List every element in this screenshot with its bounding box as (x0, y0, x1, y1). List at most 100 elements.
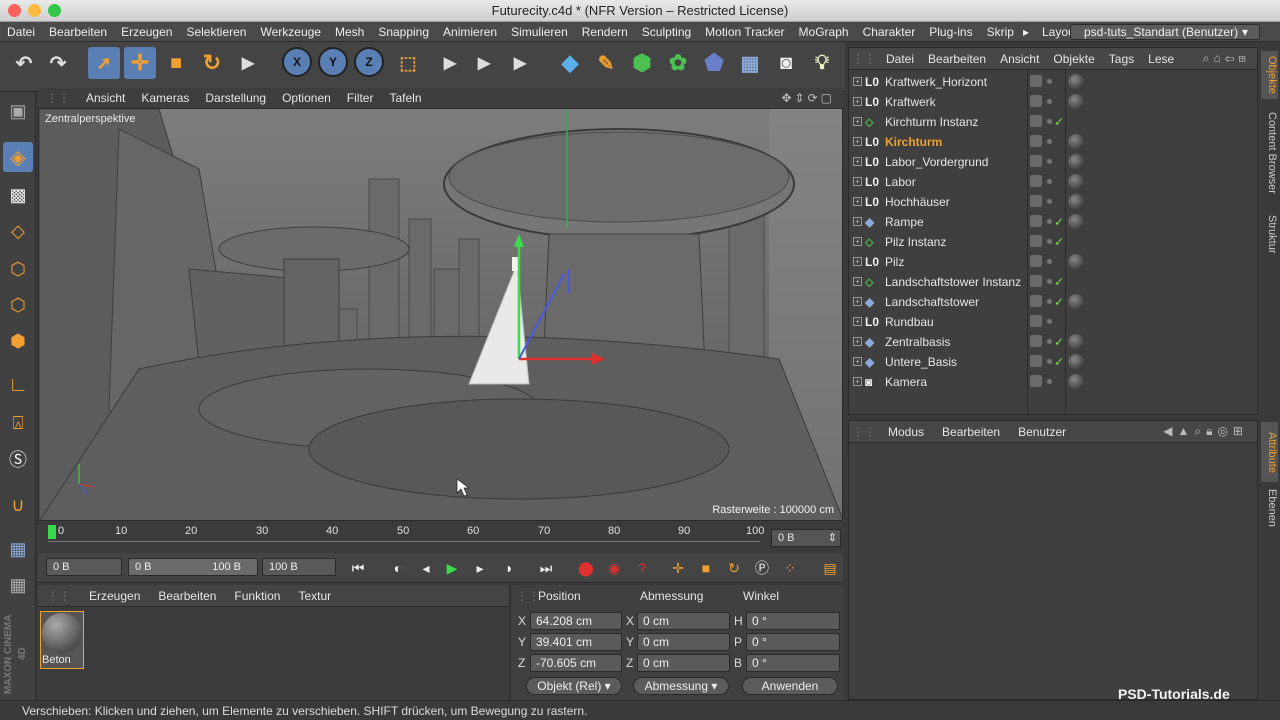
object-row[interactable]: + ◆ Rampe ✓ (849, 212, 1257, 232)
light-button[interactable]: 💡︎ (806, 47, 838, 79)
search-icon[interactable]: ⌕⌂⇦⊞ (1196, 51, 1257, 66)
tab-ebenen[interactable]: Ebenen (1261, 485, 1278, 529)
camera-button[interactable]: ◙ (770, 47, 802, 79)
tab-struktur[interactable]: Struktur (1261, 207, 1278, 261)
drag-handle-icon[interactable]: ⋮⋮ (38, 589, 80, 603)
render-dot-icon[interactable] (1047, 339, 1052, 344)
scene-floor-button[interactable]: ▦ (734, 47, 766, 79)
size-z-field[interactable]: 0 cm (637, 654, 730, 672)
object-row[interactable]: + L0 Kirchturm (849, 132, 1257, 152)
workplane-lock-button[interactable]: ▦ (3, 534, 33, 564)
object-row[interactable]: + ◆ Landschaftstower ✓ (849, 292, 1257, 312)
render-dot-icon[interactable] (1047, 279, 1052, 284)
material-menu-bearbeiten[interactable]: Bearbeiten (149, 589, 225, 603)
menu-datei[interactable]: Datei (0, 25, 42, 39)
visibility-toggle[interactable] (1030, 195, 1042, 207)
menu-erzeugen[interactable]: Erzeugen (114, 25, 179, 39)
expand-icon[interactable]: + (853, 197, 862, 206)
move-tool-button[interactable]: ✛ (124, 47, 156, 79)
object-row[interactable]: + L0 Labor_Vordergrund (849, 152, 1257, 172)
goto-end-button[interactable]: ⏭ (534, 556, 558, 580)
tab-attribute[interactable]: Attribute (1261, 422, 1278, 482)
axis-mode-button[interactable]: ∟ (3, 370, 33, 400)
expand-icon[interactable]: + (853, 217, 862, 226)
render-dot-icon[interactable] (1047, 259, 1052, 264)
material-tag-icon[interactable] (1068, 334, 1084, 350)
render-dot-icon[interactable] (1047, 379, 1052, 384)
visibility-toggle[interactable] (1030, 175, 1042, 187)
menu-more-arrow[interactable]: ▸ (1021, 25, 1031, 39)
menu-skript[interactable]: Skrip (980, 25, 1021, 39)
rotation-h-field[interactable]: 0 ° (746, 612, 840, 630)
menu-rendern[interactable]: Rendern (575, 25, 635, 39)
menu-bearbeiten[interactable]: Bearbeiten (42, 25, 114, 39)
visibility-toggle[interactable] (1030, 255, 1042, 267)
visibility-toggle[interactable] (1030, 355, 1042, 367)
menu-mograph[interactable]: MoGraph (792, 25, 856, 39)
attribute-menu-benutzer[interactable]: Benutzer (1009, 425, 1075, 439)
menu-charakter[interactable]: Charakter (856, 25, 923, 39)
current-frame-field[interactable]: 0 B ⇕ (771, 529, 841, 547)
rotation-p-field[interactable]: 0 ° (746, 633, 840, 651)
rotate-tool-button[interactable]: ↻ (196, 47, 228, 79)
select-tool-button[interactable]: ➚ (88, 47, 120, 79)
object-menu-ansicht[interactable]: Ansicht (993, 52, 1046, 66)
render-picture-viewer-button[interactable]: ▶ (468, 47, 500, 79)
viewport-menu-ansicht[interactable]: Ansicht (78, 91, 133, 105)
menu-snapping[interactable]: Snapping (371, 25, 436, 39)
size-y-field[interactable]: 0 cm (637, 633, 730, 651)
render-dot-icon[interactable] (1047, 79, 1052, 84)
viewport-menu-kameras[interactable]: Kameras (133, 91, 197, 105)
material-tag-icon[interactable] (1068, 154, 1084, 170)
expand-icon[interactable]: + (853, 257, 862, 266)
object-row[interactable]: + L0 Labor (849, 172, 1257, 192)
menu-simulieren[interactable]: Simulieren (504, 25, 575, 39)
model-mode-button[interactable]: ◈ (3, 142, 33, 172)
next-key-button[interactable]: ◑ (496, 556, 520, 580)
expand-icon[interactable]: + (853, 277, 862, 286)
texture-mode-button[interactable]: ▩ (3, 180, 33, 210)
key-scale-button[interactable]: ■ (694, 556, 718, 580)
scale-tool-button[interactable]: ■ (160, 47, 192, 79)
undo-button[interactable]: ↶ (8, 47, 40, 79)
play-button[interactable]: ▶ (440, 556, 464, 580)
expand-icon[interactable]: + (853, 297, 862, 306)
drag-handle-icon[interactable]: ⋮⋮ (516, 589, 540, 603)
render-settings-button[interactable]: ▶ (504, 47, 536, 79)
apply-button[interactable]: Anwenden (742, 677, 838, 695)
snapping-button[interactable]: Ⓢ (3, 444, 33, 474)
menu-sculpting[interactable]: Sculpting (635, 25, 698, 39)
viewport-menu-filter[interactable]: Filter (339, 91, 382, 105)
render-view-button[interactable]: ▶ (434, 47, 466, 79)
material-tag-icon[interactable] (1068, 374, 1084, 390)
material-tag-icon[interactable] (1068, 74, 1084, 90)
material-tag-icon[interactable] (1068, 94, 1084, 110)
tab-objekte[interactable]: Objekte (1261, 51, 1278, 99)
enabled-check-icon[interactable]: ✓ (1054, 212, 1064, 232)
object-row[interactable]: + L0 Pilz (849, 252, 1257, 272)
render-dot-icon[interactable] (1047, 99, 1052, 104)
object-row[interactable]: + L0 Rundbau (849, 312, 1257, 332)
menu-mesh[interactable]: Mesh (328, 25, 371, 39)
close-window-button[interactable] (8, 4, 21, 17)
object-row[interactable]: + L0 Kraftwerk_Horizont (849, 72, 1257, 92)
render-dot-icon[interactable] (1047, 139, 1052, 144)
object-menu-lese[interactable]: Lese (1141, 52, 1181, 66)
enabled-check-icon[interactable]: ✓ (1054, 112, 1064, 132)
points-mode-button[interactable]: ⬡ (3, 254, 33, 284)
object-row[interactable]: + L0 Hochhäuser (849, 192, 1257, 212)
zoom-window-button[interactable] (48, 4, 61, 17)
key-pla-button[interactable]: ⁘ (778, 556, 802, 580)
visibility-toggle[interactable] (1030, 95, 1042, 107)
object-row[interactable]: + ◙ Kamera (849, 372, 1257, 392)
grid-button[interactable]: ▦ (3, 570, 33, 600)
object-row[interactable]: + ◆ Zentralbasis ✓ (849, 332, 1257, 352)
attribute-nav-icons[interactable]: ◀▲⌕🔒︎◎⊞ (1154, 424, 1257, 439)
polygons-mode-button[interactable]: ⬢ (3, 326, 33, 356)
render-dot-icon[interactable] (1047, 159, 1052, 164)
visibility-toggle[interactable] (1030, 315, 1042, 327)
menu-werkzeuge[interactable]: Werkzeuge (253, 25, 327, 39)
viewport-navigation-icons[interactable]: ✥⇕⟳▢ (773, 91, 843, 105)
menu-motion-tracker[interactable]: Motion Tracker (698, 25, 791, 39)
visibility-toggle[interactable] (1030, 275, 1042, 287)
